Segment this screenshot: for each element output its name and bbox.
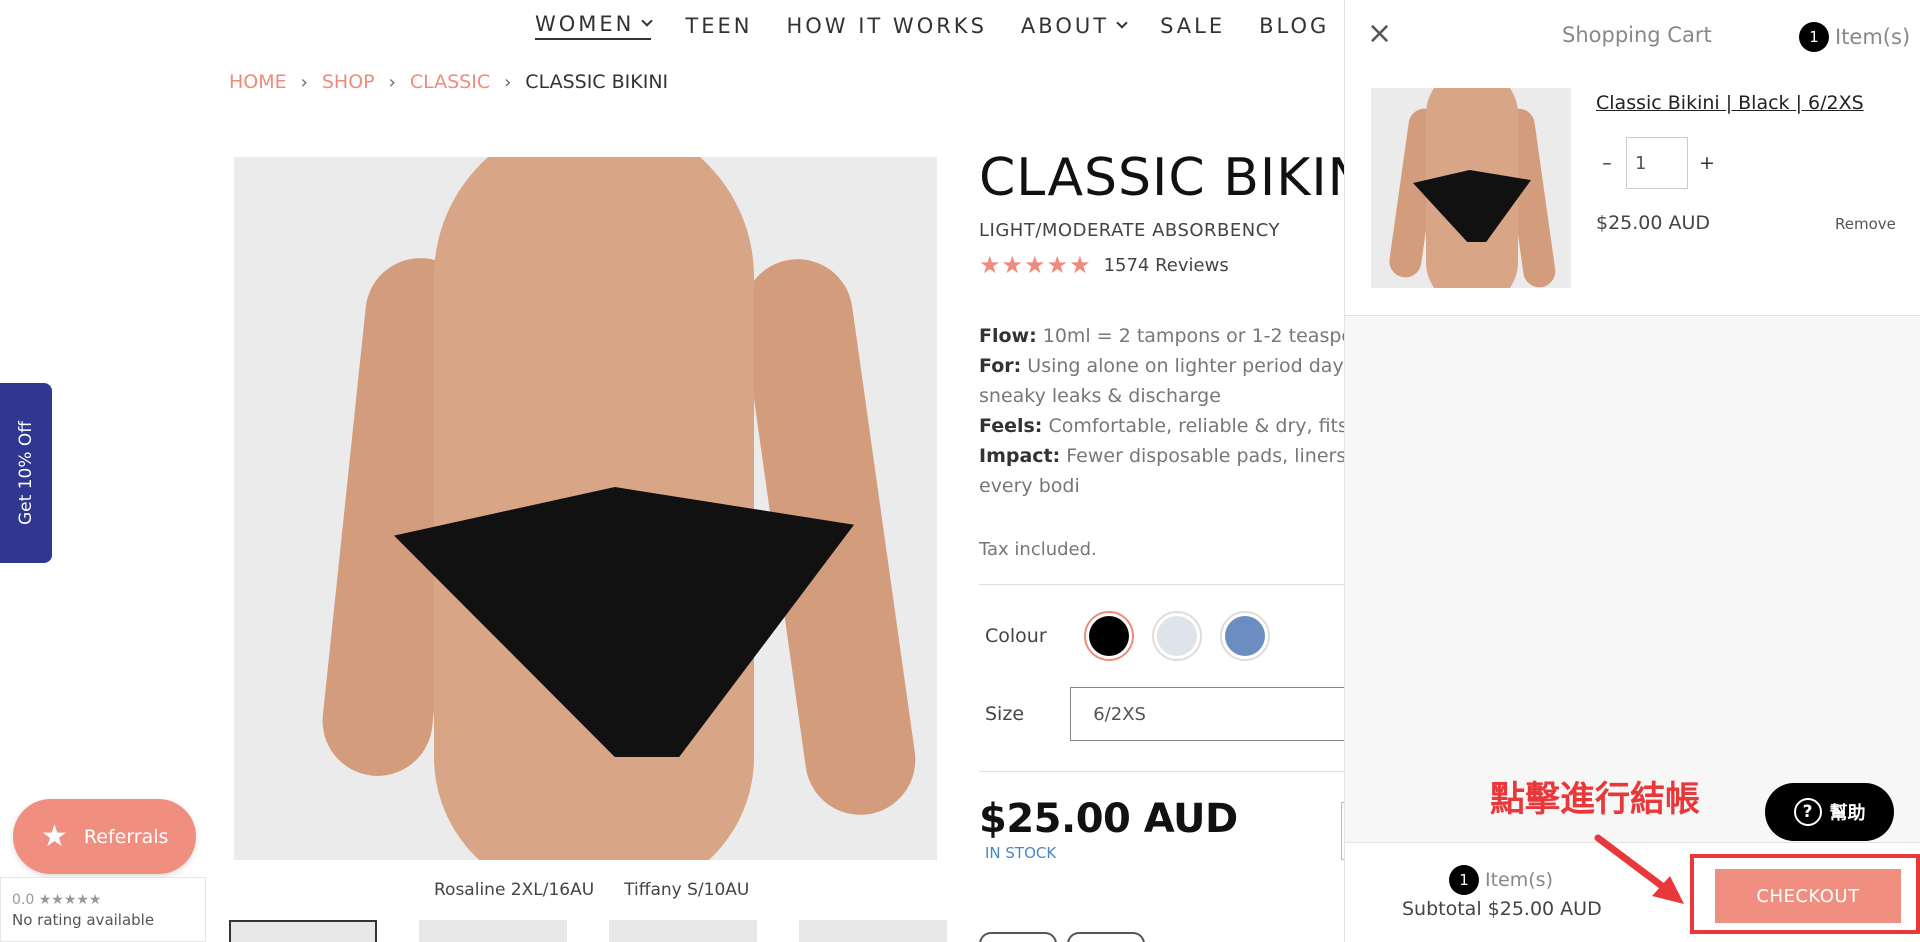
swatch-grey[interactable] — [1152, 611, 1202, 661]
divider — [979, 771, 1349, 772]
breadcrumb-separator: › — [504, 71, 512, 93]
cart-footer-count: 1 Item(s) — [1449, 865, 1553, 895]
review-count[interactable]: 1574 Reviews — [1104, 255, 1229, 276]
nav-sale[interactable]: SALE — [1160, 12, 1225, 40]
cart-item-image[interactable] — [1371, 88, 1571, 288]
annotation-text: 點擊進行結帳 — [1490, 780, 1701, 820]
spec-flow: Flow: 10ml = 2 tampons or 1-2 teaspoo — [979, 325, 1365, 347]
product-info: CLASSIC BIKINI LIGHT/MODERATE ABSORBENCY… — [979, 148, 1384, 862]
cart-footer-items-label: Item(s) — [1485, 869, 1553, 891]
divider — [979, 584, 1349, 585]
nav-women-label: WOMEN — [535, 12, 635, 36]
product-title: CLASSIC BIKINI — [979, 148, 1384, 208]
cart-item-count: 1 Item(s) — [1799, 22, 1910, 52]
cart-title: Shopping Cart — [1562, 23, 1712, 47]
nav-sale-label: SALE — [1160, 14, 1226, 38]
rating-badge-text: No rating available — [12, 911, 155, 929]
product-specs: Flow: 10ml = 2 tampons or 1-2 teaspoo Fo… — [979, 321, 1365, 501]
breadcrumb-shop[interactable]: SHOP — [322, 71, 375, 93]
nav-about[interactable]: ABOUT — [1020, 12, 1128, 40]
breadcrumb-current: CLASSIC BIKINI — [525, 71, 669, 93]
cart-item-name[interactable]: Classic Bikini | Black | 6/2XS — [1596, 92, 1864, 114]
size-select[interactable]: 6/2XS — [1070, 687, 1349, 741]
annotation-highlight-box — [1690, 854, 1920, 934]
cart-items-label: Item(s) — [1835, 25, 1911, 49]
breadcrumb-separator: › — [388, 71, 396, 93]
breadcrumb-home[interactable]: HOME — [229, 71, 287, 93]
remove-item-link[interactable]: Remove — [1835, 215, 1896, 233]
thumbnail-4[interactable] — [799, 920, 947, 942]
size-label: Size — [985, 703, 1025, 725]
brief-outline-icon — [979, 932, 1057, 942]
spec-for: For: Using alone on lighter period days — [979, 355, 1354, 377]
annotation-arrow-icon — [1594, 834, 1684, 904]
spec-feels: Feels: Comfortable, reliable & dry, fits… — [979, 415, 1360, 437]
rating-badge-score: 0.0 ★★★★★ — [12, 892, 102, 908]
thumbnail-strip — [229, 920, 947, 942]
help-button[interactable]: ? 幫助 — [1765, 783, 1894, 841]
nav-women[interactable]: WOMEN — [535, 12, 654, 40]
product-rating[interactable]: ★★★★★ 1574 Reviews — [979, 251, 1349, 279]
thumbnail-1[interactable] — [229, 920, 377, 942]
product-price: $25.00 AUD — [979, 796, 1238, 842]
cart-footer-count-badge: 1 — [1449, 865, 1479, 895]
quantity-decrease-button[interactable]: – — [1596, 152, 1618, 174]
breadcrumb-classic[interactable]: CLASSIC — [410, 71, 490, 93]
tax-note: Tax included. — [979, 539, 1097, 560]
rating-badge[interactable]: 0.0 ★★★★★ No rating available — [0, 877, 206, 942]
thumbnail-captions: Rosaline 2XL/16AU Tiffany S/10AU — [434, 880, 749, 900]
nav-how-it-works-label: HOW IT WORKS — [786, 14, 987, 38]
cart-items-panel: × Shopping Cart 1 Item(s) Classic Bikini… — [1345, 0, 1920, 316]
rating-stars-icon: ★★★★★ — [979, 251, 1092, 279]
referrals-button[interactable]: ★ Referrals — [13, 799, 196, 874]
nav-how-it-works[interactable]: HOW IT WORKS — [786, 12, 986, 40]
nav-teen[interactable]: TEEN — [685, 12, 752, 40]
nav-about-label: ABOUT — [1020, 14, 1110, 38]
referrals-label: Referrals — [83, 825, 169, 848]
breadcrumb-separator: › — [300, 71, 308, 93]
caption-rosaline: Rosaline 2XL/16AU — [434, 880, 595, 900]
swatch-blue-fill — [1225, 616, 1265, 656]
swatch-black-fill — [1089, 616, 1129, 656]
chevron-down-icon — [641, 15, 654, 27]
cart-count-badge: 1 — [1799, 22, 1829, 52]
quantity-stepper: – 1 + — [1596, 137, 1718, 189]
spec-impact-cont: every bodi — [979, 475, 1080, 497]
quantity-input[interactable]: 1 — [1626, 137, 1688, 189]
stock-status: IN STOCK — [985, 844, 1057, 862]
quantity-increase-button[interactable]: + — [1696, 152, 1718, 174]
discount-side-tab[interactable]: Get 10% Off — [0, 383, 52, 563]
discount-tab-label: Get 10% Off — [16, 421, 37, 525]
colour-label: Colour — [985, 625, 1047, 647]
nav-teen-label: TEEN — [685, 14, 753, 38]
breadcrumb: HOME › SHOP › CLASSIC › CLASSIC BIKINI — [229, 71, 668, 93]
nav-blog-label: BLOG — [1259, 14, 1330, 38]
thumbnail-3[interactable] — [609, 920, 757, 942]
size-selector-row: Size 6/2XS — [979, 687, 1349, 741]
caption-tiffany: Tiffany S/10AU — [624, 880, 750, 900]
colour-selector: Colour — [979, 611, 1349, 661]
star-icon: ★ — [41, 819, 68, 854]
close-icon[interactable]: × — [1367, 16, 1392, 51]
spec-for-cont: sneaky leaks & discharge — [979, 385, 1221, 407]
swatch-blue[interactable] — [1220, 611, 1270, 661]
swatch-grey-fill — [1157, 616, 1197, 656]
help-question-icon: ? — [1793, 798, 1822, 826]
chevron-down-icon — [1116, 17, 1128, 29]
thumbnail-2[interactable] — [419, 920, 567, 942]
main-nav: WOMEN TEEN HOW IT WORKS ABOUT SALE BLOG … — [535, 12, 1417, 40]
cart-subtotal: Subtotal $25.00 AUD — [1402, 898, 1602, 920]
feature-icons — [979, 932, 1145, 942]
product-main-image[interactable] — [234, 157, 937, 860]
help-label: 幫助 — [1829, 803, 1866, 824]
spec-impact: Impact: Fewer disposable pads, liners — [979, 445, 1347, 467]
swatch-black[interactable] — [1084, 611, 1134, 661]
cart-item-price: $25.00 AUD — [1596, 212, 1711, 234]
brief-outline-icon — [1067, 932, 1145, 942]
absorbency-label: LIGHT/MODERATE ABSORBENCY — [979, 220, 1280, 241]
nav-blog[interactable]: BLOG — [1259, 12, 1329, 40]
